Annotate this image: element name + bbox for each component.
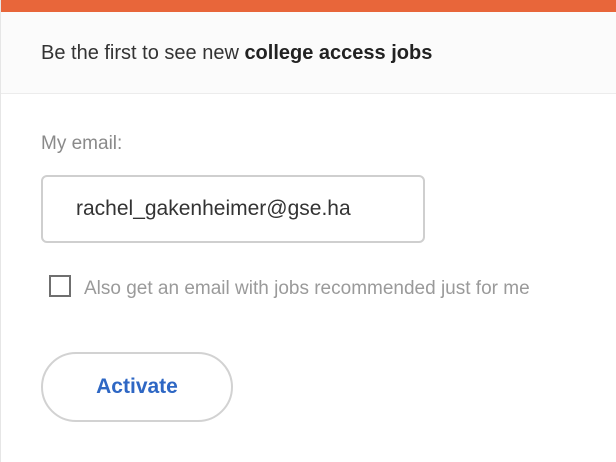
job-alert-widget: Be the first to see new college access j… [0, 0, 616, 462]
activate-button[interactable]: Activate [41, 352, 233, 422]
top-accent-bar [1, 0, 616, 12]
header-title-keyword: college access jobs [244, 42, 433, 64]
header-title-prefix: Be the first to see new [41, 42, 245, 64]
widget-header: Be the first to see new college access j… [1, 12, 616, 94]
email-label: My email: [41, 133, 123, 154]
header-title: Be the first to see new college access j… [41, 42, 432, 65]
recommended-jobs-option: Also get an email with jobs recommended … [41, 272, 601, 305]
recommended-jobs-checkbox[interactable] [49, 275, 71, 297]
recommended-jobs-label[interactable]: Also get an email with jobs recommended … [41, 272, 586, 305]
email-field[interactable] [41, 175, 425, 243]
